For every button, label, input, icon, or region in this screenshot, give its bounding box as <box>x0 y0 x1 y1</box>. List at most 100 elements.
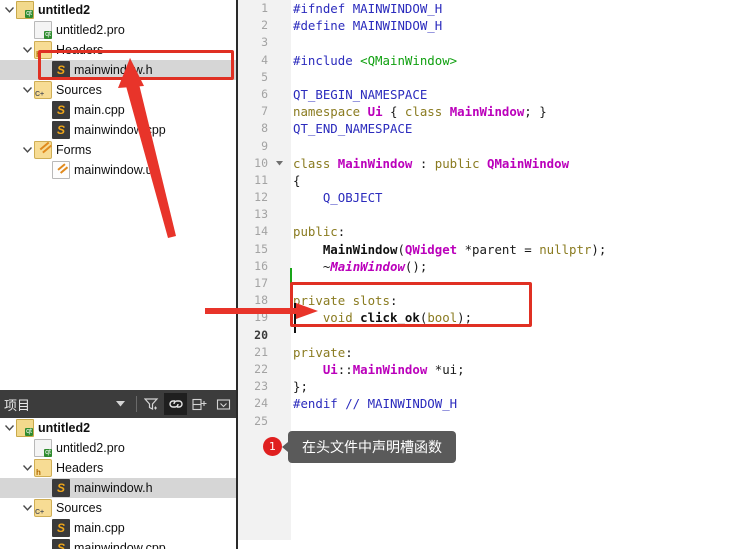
project-icon <box>16 1 34 19</box>
code-line[interactable]: 14 public: <box>238 223 748 240</box>
tree-item-label: mainwindow.h <box>74 63 153 77</box>
pro-file-icon <box>34 439 52 457</box>
twisty-placeholder <box>38 120 52 140</box>
line-number: 5 <box>261 69 268 84</box>
code-text: #ifndef MAINWINDOW_H <box>293 1 443 16</box>
tree-item-label: Sources <box>56 501 102 515</box>
tree-item-headers[interactable]: Headers <box>0 458 236 478</box>
code-line[interactable]: 21 private: <box>238 344 748 361</box>
tree-item-label: mainwindow.h <box>74 481 153 495</box>
callout-badge: 1 <box>263 437 282 456</box>
tree-item-sources[interactable]: Sources <box>0 80 236 100</box>
tree-item-forms[interactable]: Forms <box>0 140 236 160</box>
project-icon <box>16 419 34 437</box>
code-line[interactable]: 13 <box>238 206 748 223</box>
chevron-down-icon[interactable] <box>20 458 34 478</box>
line-number: 24 <box>254 396 268 411</box>
twisty-placeholder <box>38 478 52 498</box>
line-number: 14 <box>254 224 268 239</box>
code-text: class MainWindow : public QMainWindow <box>293 155 570 171</box>
filter-dropdown-icon[interactable] <box>109 393 132 415</box>
code-lines-container[interactable]: 1 #ifndef MAINWINDOW_H 2 #define MAINWINDOW… <box>238 0 748 430</box>
code-line[interactable]: 12 Q_OBJECT <box>238 189 748 206</box>
tree-item-untitled2-pro[interactable]: untitled2.pro <box>0 20 236 40</box>
add-split-icon[interactable] <box>188 393 211 415</box>
code-line[interactable]: 11 { <box>238 172 748 189</box>
forms-folder-icon <box>34 141 52 159</box>
code-line[interactable]: 23}; <box>238 378 748 395</box>
code-text: }; <box>293 379 308 395</box>
text-caret <box>294 303 296 333</box>
close-split-icon[interactable] <box>212 393 235 415</box>
code-line[interactable]: 20 <box>238 327 748 344</box>
chevron-down-icon[interactable] <box>20 40 34 60</box>
filter-icon[interactable] <box>140 393 163 415</box>
line-number: 23 <box>254 379 268 394</box>
code-line[interactable]: 6 QT_BEGIN_NAMESPACE <box>238 86 748 103</box>
line-number: 3 <box>261 35 268 50</box>
code-line[interactable]: 17 <box>238 275 748 292</box>
code-line[interactable]: 3 <box>238 34 748 51</box>
link-with-editor-icon[interactable] <box>164 393 187 415</box>
code-line[interactable]: 9 <box>238 138 748 155</box>
tree-item-main-cpp[interactable]: main.cpp <box>0 100 236 120</box>
code-line[interactable]: 5 <box>238 69 748 86</box>
code-line[interactable]: 16 ~MainWindow(); <box>238 258 748 275</box>
code-editor[interactable]: 1 #ifndef MAINWINDOW_H 2 #define MAINWINDOW… <box>238 0 748 549</box>
callout-tooltip: 在头文件中声明槽函数 <box>282 431 456 463</box>
code-line[interactable]: 22 Ui::MainWindow *ui; <box>238 361 748 378</box>
code-text: #include <QMainWindow> <box>293 52 458 68</box>
tree-item-mainwindow-cpp[interactable]: mainwindow.cpp <box>0 538 236 549</box>
fold-toggle-icon[interactable] <box>272 155 287 172</box>
tree-item-mainwindow-h[interactable]: mainwindow.h <box>0 478 236 498</box>
code-text: #endif // MAINWINDOW_H <box>293 396 458 412</box>
code-line[interactable]: 24 #endif // MAINWINDOW_H <box>238 395 748 412</box>
tree-item-untitled2[interactable]: untitled2 <box>0 0 236 20</box>
code-line[interactable]: 10 class MainWindow : public QMainWindow <box>238 155 748 172</box>
tree-item-label: Headers <box>56 461 104 475</box>
line-number: 8 <box>261 121 268 136</box>
tree-item-mainwindow-cpp[interactable]: mainwindow.cpp <box>0 120 236 140</box>
chevron-down-icon[interactable] <box>2 418 16 438</box>
project-panel-title: 项目 <box>4 397 31 413</box>
tree-item-label: untitled2.pro <box>56 441 125 455</box>
tree-item-headers[interactable]: Headers <box>0 40 236 60</box>
code-line[interactable]: 8 QT_END_NAMESPACE <box>238 120 748 137</box>
chevron-down-icon[interactable] <box>20 140 34 160</box>
code-line[interactable]: 7 namespace Ui { class MainWindow; } <box>238 103 748 120</box>
tree-item-sources[interactable]: Sources <box>0 498 236 518</box>
tree-item-mainwindow-h[interactable]: mainwindow.h <box>0 60 236 80</box>
line-number: 4 <box>261 52 268 67</box>
tree-item-mainwindow-u[interactable]: mainwindow.u <box>0 160 236 180</box>
code-text: Q_OBJECT <box>293 190 383 206</box>
chevron-down-icon[interactable] <box>20 498 34 518</box>
line-number: 1 <box>261 1 268 15</box>
tree-item-label: untitled2 <box>38 421 91 435</box>
tree-item-untitled2-pro[interactable]: untitled2.pro <box>0 438 236 458</box>
chevron-down-icon[interactable] <box>2 0 16 20</box>
source-file-icon <box>52 539 70 549</box>
line-number: 12 <box>254 190 268 205</box>
line-number: 16 <box>254 258 268 273</box>
project-tree-upper[interactable]: untitled2 untitled2.pro Headers mainwindow.… <box>0 0 236 390</box>
code-line[interactable]: 1 #ifndef MAINWINDOW_H <box>238 0 748 17</box>
code-text: ~MainWindow(); <box>293 258 428 274</box>
code-line[interactable]: 19 void click_ok(bool); <box>238 309 748 326</box>
line-number: 22 <box>254 361 268 376</box>
code-text: namespace Ui { class MainWindow; } <box>293 104 547 120</box>
code-line[interactable]: 15 MainWindow(QWidget *parent = nullptr)… <box>238 241 748 258</box>
source-file-icon <box>52 61 70 79</box>
code-line[interactable]: 25 <box>238 413 748 430</box>
headers-folder-icon <box>34 41 52 59</box>
sources-folder-icon <box>34 499 52 517</box>
code-line[interactable]: 4 #include <QMainWindow> <box>238 52 748 69</box>
code-text: void click_ok(bool); <box>322 310 473 326</box>
code-line[interactable]: 18 private slots: <box>238 292 748 309</box>
code-line[interactable]: 2 #define MAINWINDOW_H <box>238 17 748 34</box>
chevron-down-icon[interactable] <box>20 80 34 100</box>
tree-item-main-cpp[interactable]: main.cpp <box>0 518 236 538</box>
editor-bottom-strip <box>238 540 748 549</box>
project-tree-lower[interactable]: untitled2 untitled2.pro Headers mainwindow.… <box>0 418 236 549</box>
app-window: untitled2 untitled2.pro Headers mainwindow.… <box>0 0 748 549</box>
tree-item-untitled2[interactable]: untitled2 <box>0 418 236 438</box>
